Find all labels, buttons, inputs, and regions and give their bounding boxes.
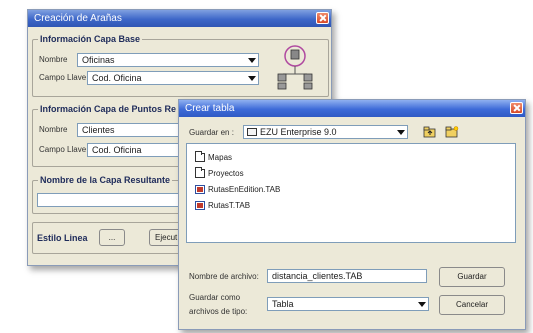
- chevron-down-icon[interactable]: [246, 73, 257, 83]
- tipo-label: Guardar como archivos de tipo:: [189, 292, 247, 317]
- nombre-value: Oficinas: [82, 55, 115, 65]
- campo-llave-label: Campo Llave: [39, 145, 87, 154]
- nombre-archivo-label: Nombre de archivo:: [189, 272, 259, 281]
- nombre-label: Nombre: [39, 55, 68, 64]
- ejecutar-button-label: Ejecut: [155, 233, 178, 242]
- chevron-down-icon[interactable]: [416, 299, 427, 309]
- tipo-label-line1: Guardar como: [189, 293, 241, 302]
- nombre-label: Nombre: [39, 125, 68, 134]
- campo-llave-value: Cod. Oficina: [92, 145, 142, 155]
- file-type-select[interactable]: Tabla: [267, 297, 429, 311]
- folder-icon: [195, 167, 205, 178]
- cancelar-button-label: Cancelar: [455, 300, 488, 309]
- estilo-linea-label: Estilo Linea: [37, 233, 88, 243]
- chevron-down-icon[interactable]: [395, 127, 406, 137]
- window-title: Creación de Arañas: [34, 13, 122, 24]
- list-item-label: RutasEnEdition.TAB: [208, 185, 281, 194]
- campo-llave-select[interactable]: Cod. Oficina: [87, 71, 259, 85]
- nombre-value: Clientes: [82, 125, 115, 135]
- close-button[interactable]: [316, 12, 329, 24]
- guardar-button[interactable]: Guardar: [439, 267, 505, 287]
- guardar-en-select[interactable]: EZU Enterprise 9.0: [243, 125, 408, 139]
- tab-file-icon: [195, 201, 205, 210]
- nombre-select[interactable]: Oficinas: [77, 53, 259, 67]
- campo-llave-value: Cod. Oficina: [92, 73, 142, 83]
- group-legend: Nombre de la Capa Resultante: [38, 175, 173, 185]
- list-item-label: Proyectos: [208, 169, 244, 178]
- line-style-button[interactable]: ...: [99, 229, 125, 246]
- line-style-button-label: ...: [108, 233, 116, 242]
- title-bar[interactable]: Creación de Arañas: [28, 10, 331, 27]
- title-bar[interactable]: Crear tabla: [179, 100, 525, 117]
- tipo-label-line2: archivos de tipo:: [189, 307, 248, 316]
- group-legend: Información Capa Base: [38, 34, 143, 44]
- cancelar-button[interactable]: Cancelar: [439, 295, 505, 315]
- tab-file-icon: [195, 185, 205, 194]
- network-icon: [277, 45, 313, 90]
- group-legend: Información Capa de Puntos Re: [38, 104, 179, 114]
- campo-llave-label: Campo Llave: [39, 73, 87, 82]
- filename-input[interactable]: distancia_clientes.TAB: [267, 269, 427, 283]
- list-item-label: RutasT.TAB: [208, 201, 251, 210]
- close-button[interactable]: [510, 102, 523, 114]
- guardar-en-label: Guardar en :: [189, 128, 234, 137]
- base-layer-group: Información Capa Base Nombre Oficinas Ca…: [32, 34, 329, 97]
- folder-icon: [195, 151, 205, 162]
- list-item-label: Mapas: [208, 153, 233, 162]
- guardar-button-label: Guardar: [457, 272, 487, 281]
- filename-value: distancia_clientes.TAB: [272, 271, 363, 281]
- guardar-en-value: EZU Enterprise 9.0: [260, 127, 337, 137]
- window-title: Crear tabla: [185, 103, 235, 114]
- file-list[interactable]: Mapas Proyectos RutasEnEdition.TAB Rutas…: [186, 143, 516, 243]
- new-folder-icon[interactable]: [445, 126, 459, 138]
- file-type-value: Tabla: [272, 299, 294, 309]
- folder-icon: [247, 128, 257, 136]
- chevron-down-icon[interactable]: [246, 55, 257, 65]
- up-folder-icon[interactable]: [423, 126, 437, 138]
- crear-tabla-window: Crear tabla Guardar en : EZU Enterprise …: [178, 99, 526, 330]
